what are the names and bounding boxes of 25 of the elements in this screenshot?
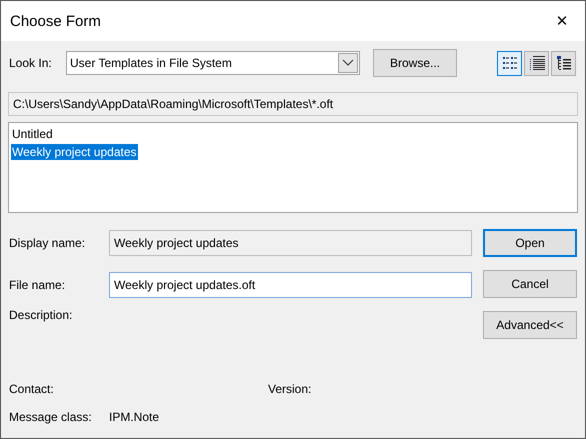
tree-view-icon [556, 56, 572, 70]
display-name-field: Weekly project updates [109, 230, 472, 256]
look-in-label: Look In: [8, 56, 53, 70]
view-button[interactable] [551, 50, 576, 76]
file-name-field[interactable]: Weekly project updates.oft [109, 272, 472, 298]
list-view-icon [502, 56, 518, 70]
file-name-label: File name: [8, 278, 66, 292]
dialog-button[interactable]: Open [483, 229, 577, 257]
message-class-value: IPM.Note [109, 410, 160, 424]
form-item[interactable]: Weekly project updates [11, 144, 138, 160]
contact-label: Contact: [8, 382, 55, 396]
folder-path: C:\Users\Sandy\AppData\Roaming\Microsoft\Templates\*.oft [8, 92, 578, 116]
window-title: Choose Form [10, 12, 101, 30]
display-name-label: Display name: [8, 236, 86, 250]
dialog-button[interactable]: Advanced<< [483, 311, 577, 339]
view-button[interactable] [497, 50, 522, 76]
browse-button[interactable]: Browse... [373, 49, 457, 77]
form-item[interactable]: Untitled [11, 126, 54, 142]
message-class-label: Message class: [8, 410, 93, 424]
description-label: Description: [8, 308, 74, 322]
dialog-button[interactable]: Cancel [483, 270, 577, 298]
view-button[interactable] [524, 50, 549, 76]
version-label: Version: [268, 382, 312, 396]
close-button[interactable]: ✕ [539, 1, 585, 41]
look-in-dropdown[interactable]: User Templates in File System [66, 51, 360, 75]
